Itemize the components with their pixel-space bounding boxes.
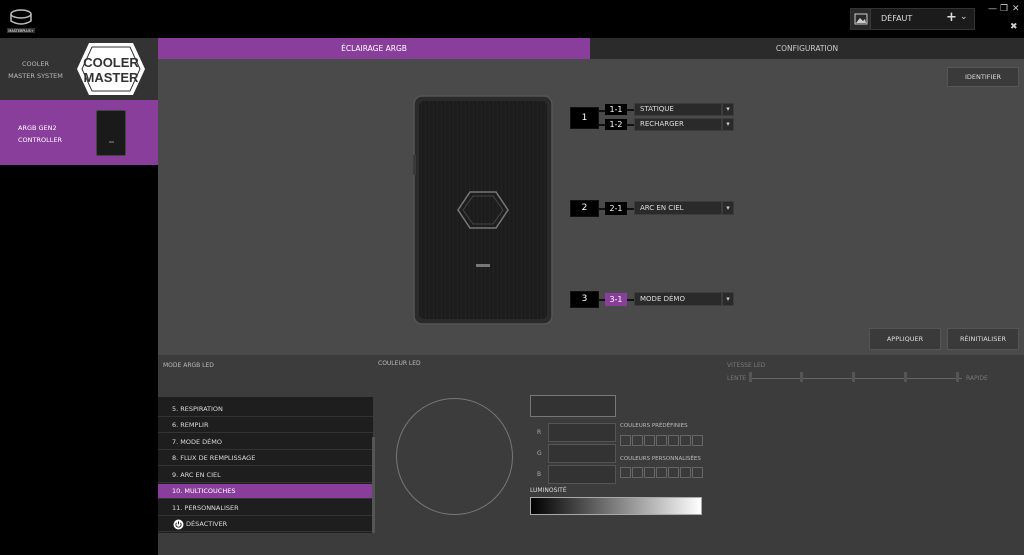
power-icon xyxy=(173,519,184,530)
custom-swatch[interactable] xyxy=(632,467,643,478)
profile-name: DÉFAUT xyxy=(881,14,913,23)
custom-swatch[interactable] xyxy=(620,467,631,478)
custom-swatch[interactable] xyxy=(692,467,703,478)
speed-tick[interactable] xyxy=(749,372,752,382)
channel-3-1-effect-select[interactable]: MODE DÉMO xyxy=(634,292,722,306)
chevron-down-icon[interactable]: ▾ xyxy=(722,103,734,116)
masterplus-logo-icon: MASTERPLUS+ xyxy=(7,9,35,33)
speed-slider-track[interactable] xyxy=(750,378,962,379)
controller-thumbnail xyxy=(96,110,126,156)
profile-image-button[interactable] xyxy=(851,9,871,29)
red-input[interactable] xyxy=(548,423,616,442)
channel-1-1-effect-select[interactable]: STATIQUE xyxy=(634,103,722,116)
chevron-down-icon[interactable]: ⌄ xyxy=(960,12,968,22)
channel-1-2-box: 1-2 xyxy=(605,119,627,130)
preset-swatch[interactable] xyxy=(632,435,643,446)
port-3-box: 3 xyxy=(570,291,599,308)
mode-section-label: MODE ARGB LED xyxy=(163,362,214,369)
restore-button[interactable]: ❐ xyxy=(1000,4,1008,14)
speed-label: VITESSE LED xyxy=(727,362,766,369)
tab-argb-lighting[interactable]: ÉCLAIRAGE ARGB xyxy=(158,38,590,59)
channel-3-1-box: 3-1 xyxy=(605,293,627,306)
preset-swatch[interactable] xyxy=(692,435,703,446)
port-1-box: 1 xyxy=(570,107,599,129)
add-profile-button[interactable]: + xyxy=(946,10,957,25)
reset-button[interactable]: RÉINITIALISER xyxy=(947,328,1019,350)
brand-logo-line2: MASTER xyxy=(84,70,140,85)
minimize-button[interactable]: — xyxy=(988,4,997,14)
image-icon xyxy=(854,13,868,25)
speed-max-label: RAPIDE xyxy=(966,375,988,382)
speed-tick[interactable] xyxy=(956,372,959,382)
sidebar-item-label: ARGB GEN2 CONTROLLER xyxy=(18,122,62,146)
list-item[interactable]: 11. PERSONNALISER xyxy=(158,501,373,516)
brand-logo-line1: COOLER xyxy=(83,55,139,70)
mode-list-scrollbar[interactable] xyxy=(372,437,375,533)
channel-2-1-box: 2-1 xyxy=(605,202,627,215)
preset-swatch[interactable] xyxy=(680,435,691,446)
list-item[interactable]: 6. REMPLIR xyxy=(158,418,373,433)
channel-2-1-effect-select[interactable]: ARC EN CIEL xyxy=(634,201,722,215)
preset-swatch[interactable] xyxy=(656,435,667,446)
app-logo-text: MASTERPLUS+ xyxy=(8,29,33,33)
channel-3-1-link xyxy=(627,299,634,301)
speed-tick[interactable] xyxy=(852,372,855,382)
port-2-box: 2 xyxy=(570,200,599,217)
color-preview-box[interactable] xyxy=(530,395,616,417)
sidebar-label-line1: ARGB GEN2 xyxy=(18,124,57,132)
green-input[interactable] xyxy=(548,444,616,463)
preset-swatch[interactable] xyxy=(644,435,655,446)
r-label: R xyxy=(537,429,542,436)
list-item[interactable]: 8. FLUX DE REMPLISSAGE xyxy=(158,451,373,466)
speed-min-label: LENTE xyxy=(727,375,747,382)
pin-icon[interactable]: ✖ xyxy=(1010,22,1018,32)
custom-swatch[interactable] xyxy=(656,467,667,478)
led-indicator xyxy=(109,141,114,143)
apply-button[interactable]: APPLIQUER xyxy=(869,328,941,350)
preset-swatch[interactable] xyxy=(620,435,631,446)
custom-colors-label: COULEURS PERSONNALISÉES xyxy=(620,456,701,462)
chevron-down-icon[interactable]: ▾ xyxy=(722,118,734,131)
list-item[interactable]: 5. RESPIRATION xyxy=(158,402,373,417)
blue-input[interactable] xyxy=(548,465,616,484)
brightness-slider[interactable] xyxy=(530,497,702,515)
sidebar-item-label: COOLER MASTER SYSTEM xyxy=(8,60,63,80)
list-item[interactable]: 9. ARC EN CIEL xyxy=(158,468,373,483)
custom-swatch[interactable] xyxy=(668,467,679,478)
brightness-label: LUMINOSITÉ xyxy=(530,487,567,494)
color-section-label: COULEUR LED xyxy=(378,360,421,367)
channel-1-1-link xyxy=(627,109,634,111)
b-label: B xyxy=(537,471,542,478)
chevron-down-icon[interactable]: ▾ xyxy=(722,292,734,306)
tab-configuration[interactable]: CONFIGURATION xyxy=(590,38,1024,59)
custom-swatch[interactable] xyxy=(644,467,655,478)
channel-1-1-box: 1-1 xyxy=(605,104,627,115)
channel-1-2-link xyxy=(627,124,634,126)
g-label: G xyxy=(537,450,542,457)
custom-swatch[interactable] xyxy=(680,467,691,478)
argb-controller-image xyxy=(413,95,553,325)
list-item[interactable]: 7. MODE DÉMO xyxy=(158,435,373,450)
close-button[interactable]: ✕ xyxy=(1012,4,1020,14)
speed-tick[interactable] xyxy=(800,372,803,382)
identify-button[interactable]: IDENTIFIER xyxy=(947,67,1019,87)
preset-swatch[interactable] xyxy=(668,435,679,446)
channel-1-2-effect-select[interactable]: RECHARGER xyxy=(634,118,722,131)
cooler-master-logo: COOLER MASTER xyxy=(77,43,145,95)
channel-2-1-link xyxy=(627,208,634,210)
disable-item[interactable]: DÉSACTIVER xyxy=(158,517,373,532)
disable-label: DÉSACTIVER xyxy=(186,520,228,528)
list-item-active[interactable]: 10. MULTICOUCHES xyxy=(158,484,373,499)
color-wheel[interactable] xyxy=(396,398,513,515)
speed-tick[interactable] xyxy=(904,372,907,382)
chevron-down-icon[interactable]: ▾ xyxy=(722,201,734,215)
sidebar-label-line2: CONTROLLER xyxy=(18,136,62,144)
preset-colors-label: COULEURS PRÉDÉFINIES xyxy=(620,423,688,429)
